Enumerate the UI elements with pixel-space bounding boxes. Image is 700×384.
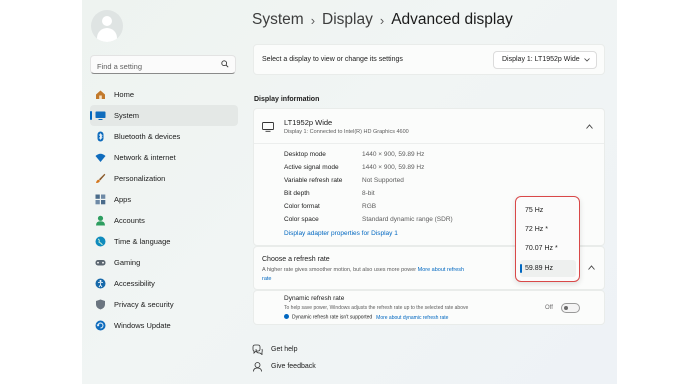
sidebar-item-label: Privacy & security: [114, 300, 174, 309]
sidebar-item-privacy[interactable]: Privacy & security: [90, 294, 238, 315]
bluetooth-icon: [95, 131, 106, 142]
give-feedback-label: Give feedback: [271, 363, 316, 370]
toggle-state-label: Off: [545, 305, 553, 311]
sidebar-item-personalization[interactable]: Personalization: [90, 168, 238, 189]
sidebar-item-label: Accessibility: [114, 279, 155, 288]
display-select-card: Select a display to view or change its s…: [253, 44, 605, 75]
refresh-rate-dropdown-list: 75 Hz 72 Hz * 70.07 Hz * 59.89 Hz: [515, 196, 580, 282]
sidebar-item-label: Accounts: [114, 216, 145, 225]
refresh-rate-subtitle: A higher rate gives smoother motion, but…: [262, 267, 417, 273]
refresh-option-59hz[interactable]: 59.89 Hz: [520, 260, 576, 277]
accessibility-icon: [95, 278, 106, 289]
refresh-rate-title: Choose a refresh rate: [262, 256, 330, 263]
more-about-refresh-rate-link[interactable]: More about refresh: [418, 267, 464, 273]
info-label-color-format: Color format: [284, 203, 320, 210]
sidebar-item-apps[interactable]: Apps: [90, 189, 238, 210]
update-icon: [95, 320, 106, 331]
dynamic-refresh-toggle[interactable]: [561, 303, 580, 313]
sidebar-item-accounts[interactable]: Accounts: [90, 210, 238, 231]
accounts-icon: [95, 215, 106, 226]
dynamic-refresh-title: Dynamic refresh rate: [284, 295, 345, 302]
search-icon: [221, 60, 229, 68]
search-box[interactable]: [90, 55, 236, 75]
info-label-bit-depth: Bit depth: [284, 190, 310, 197]
chevron-up-icon[interactable]: [588, 265, 595, 270]
info-value-bit-depth: 8-bit: [362, 190, 375, 197]
display-dropdown[interactable]: Display 1: LT1952p Wide: [493, 51, 597, 69]
display-dropdown-value: Display 1: LT1952p Wide: [502, 56, 580, 63]
sidebar-item-windows-update[interactable]: Windows Update: [90, 315, 238, 336]
sidebar-item-label: Time & language: [114, 237, 171, 246]
globe-icon: [95, 236, 106, 247]
sidebar-item-network[interactable]: Network & internet: [90, 147, 238, 168]
home-icon: [95, 89, 106, 100]
device-subtitle: Display 1: Connected to Intel(R) HD Grap…: [284, 129, 409, 135]
info-value-desktop-mode: 1440 × 900, 59.89 Hz: [362, 151, 425, 158]
help-icon: [252, 344, 263, 355]
sidebar-item-label: Home: [114, 90, 135, 99]
info-label-active-signal-mode: Active signal mode: [284, 164, 339, 171]
info-value-variable-refresh-rate: Not Supported: [362, 177, 404, 184]
divider: [254, 143, 604, 144]
device-name: LT1952p Wide: [284, 118, 333, 127]
page-title: Advanced display: [391, 11, 513, 28]
shield-icon: [95, 299, 106, 310]
sidebar-item-label: Network & internet: [114, 153, 176, 162]
get-help-label: Get help: [271, 346, 298, 353]
dynamic-refresh-card: Dynamic refresh rate To help save power,…: [253, 290, 605, 325]
sidebar-nav: Home System Bluetooth & devices Network …: [90, 84, 238, 336]
info-label-color-space: Color space: [284, 216, 319, 223]
sidebar-item-label: Bluetooth & devices: [114, 132, 181, 141]
get-help-link[interactable]: Get help: [252, 344, 297, 355]
sidebar-item-label: Gaming: [114, 258, 141, 267]
gamepad-icon: [95, 257, 106, 268]
display-adapter-properties-link[interactable]: Display adapter properties for Display 1: [284, 230, 398, 237]
sidebar-item-system[interactable]: System: [90, 105, 238, 126]
refresh-rate-description: A higher rate gives smoother motion, but…: [262, 266, 512, 282]
wifi-icon: [95, 152, 106, 163]
sidebar-item-label: Apps: [114, 195, 132, 204]
settings-window: Home System Bluetooth & devices Network …: [82, 0, 617, 384]
sidebar-item-gaming[interactable]: Gaming: [90, 252, 238, 273]
sidebar-item-accessibility[interactable]: Accessibility: [90, 273, 238, 294]
info-value-active-signal-mode: 1440 × 900, 59.89 Hz: [362, 164, 425, 171]
chevron-down-icon: [584, 58, 590, 62]
info-label-variable-refresh-rate: Variable refresh rate: [284, 177, 343, 184]
info-icon: [284, 314, 289, 319]
info-value-color-format: RGB: [362, 203, 377, 210]
sidebar-item-bluetooth[interactable]: Bluetooth & devices: [90, 126, 238, 147]
monitor-icon: [262, 122, 274, 132]
sidebar-item-time-language[interactable]: Time & language: [90, 231, 238, 252]
sidebar-item-home[interactable]: Home: [90, 84, 238, 105]
brush-icon: [95, 173, 106, 184]
chevron-up-icon[interactable]: [586, 124, 593, 129]
give-feedback-link[interactable]: Give feedback: [252, 361, 316, 372]
dynamic-refresh-note-text: Dynamic refresh rate isn't supported: [292, 314, 373, 321]
monitor-icon: [95, 110, 106, 121]
sidebar-item-label: System: [114, 111, 140, 120]
user-avatar[interactable]: [91, 10, 123, 42]
breadcrumb-system[interactable]: System: [252, 11, 304, 29]
more-about-dynamic-refresh-link[interactable]: More about dynamic refresh rate: [376, 315, 448, 321]
info-value-color-space: Standard dynamic range (SDR): [362, 216, 453, 223]
refresh-option-75hz[interactable]: 75 Hz: [520, 202, 576, 219]
breadcrumb-display[interactable]: Display: [322, 11, 373, 29]
refresh-option-70hz[interactable]: 70.07 Hz *: [520, 240, 576, 257]
section-title-display-information: Display information: [254, 96, 320, 103]
sidebar-item-label: Personalization: [114, 174, 166, 183]
more-about-refresh-rate-link-cont[interactable]: rate: [262, 275, 271, 284]
breadcrumb-separator: ›: [379, 12, 385, 28]
feedback-icon: [252, 361, 263, 372]
breadcrumb-separator: ›: [310, 12, 316, 28]
display-select-label: Select a display to view or change its s…: [262, 56, 403, 63]
sidebar-item-label: Windows Update: [114, 321, 171, 330]
search-input[interactable]: [91, 58, 211, 75]
breadcrumb: System › Display › Advanced display: [252, 11, 513, 29]
info-label-desktop-mode: Desktop mode: [284, 151, 326, 158]
refresh-option-72hz[interactable]: 72 Hz *: [520, 221, 576, 238]
dynamic-refresh-subtitle: To help save power, Windows adjusts the …: [284, 305, 469, 311]
dynamic-refresh-note: Dynamic refresh rate isn't supported More…: [284, 314, 448, 321]
apps-icon: [95, 194, 106, 205]
